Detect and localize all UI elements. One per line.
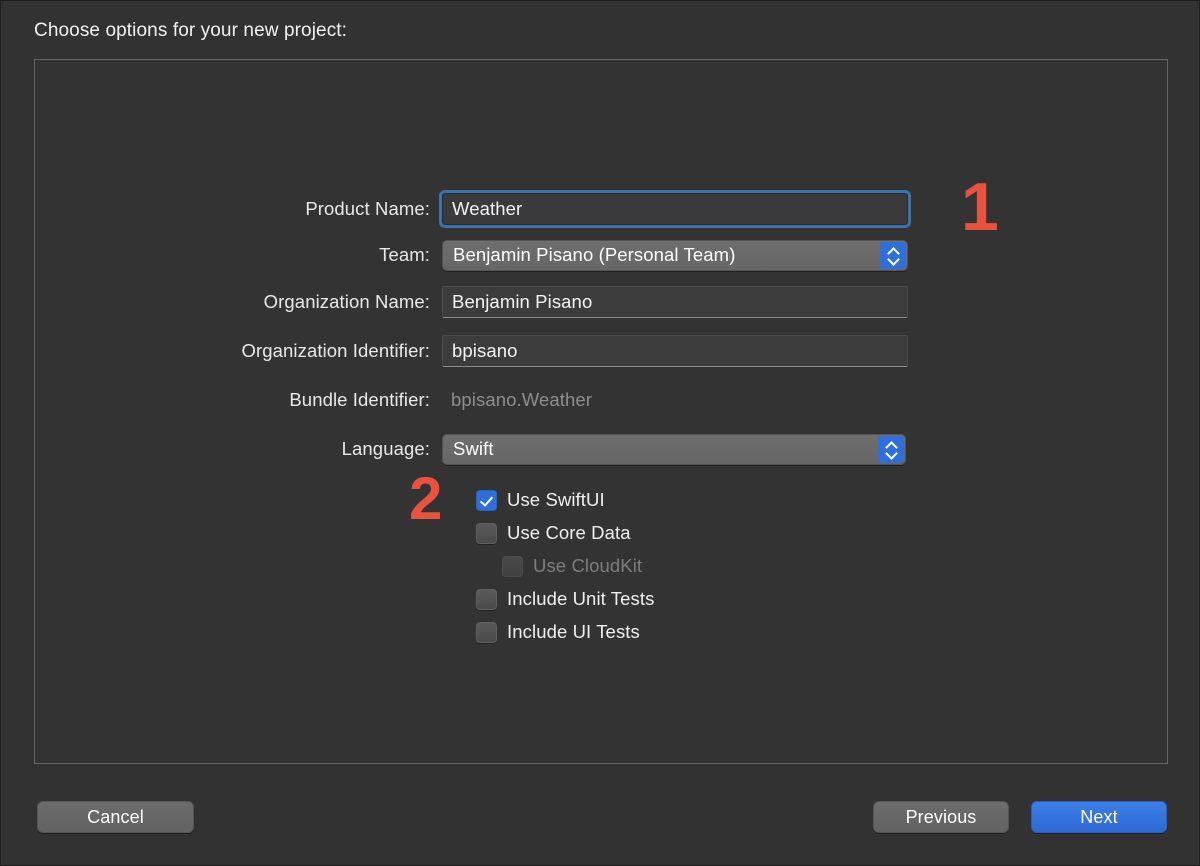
checkbox-label: Include Unit Tests: [507, 588, 655, 609]
chevron-down-icon: [888, 257, 899, 263]
form-row-product-name: Product Name: Weather: [35, 192, 908, 226]
form-row-organization-identifier: Organization Identifier: bpisano: [35, 334, 908, 368]
annotation-1: 1: [961, 169, 999, 245]
organization-name-input[interactable]: Benjamin Pisano: [442, 286, 908, 318]
checkbox-include-ui-tests[interactable]: Include UI Tests: [476, 618, 640, 646]
organization-identifier-input[interactable]: bpisano: [442, 335, 908, 367]
new-project-options-dialog: Choose options for your new project: Pro…: [0, 0, 1200, 866]
checkbox-use-swiftui[interactable]: Use SwiftUI: [476, 486, 605, 514]
form-row-team: Team: Benjamin Pisano (Personal Team): [35, 238, 908, 272]
chevron-down-icon: [886, 451, 897, 457]
organization-identifier-label: Organization Identifier:: [241, 340, 430, 361]
checkbox-use-cloudkit: Use CloudKit: [502, 552, 642, 580]
checkbox-unchecked-icon[interactable]: [476, 522, 497, 544]
bundle-identifier-value: bpisano.Weather: [451, 389, 593, 410]
team-stepper-icon[interactable]: [880, 241, 906, 269]
next-button[interactable]: Next: [1031, 801, 1167, 833]
bundle-identifier-label: Bundle Identifier:: [289, 389, 430, 410]
team-value: Benjamin Pisano (Personal Team): [453, 244, 736, 265]
previous-button[interactable]: Previous: [873, 801, 1009, 833]
team-select[interactable]: Benjamin Pisano (Personal Team): [442, 239, 908, 271]
organization-identifier-value: bpisano: [452, 340, 518, 361]
checkbox-unchecked-icon[interactable]: [476, 621, 497, 643]
team-label: Team:: [379, 244, 430, 265]
checkbox-label: Use SwiftUI: [507, 489, 605, 510]
language-stepper-icon[interactable]: [878, 435, 904, 463]
annotation-2: 2: [409, 465, 443, 532]
product-name-input[interactable]: Weather: [442, 193, 908, 225]
options-panel: Product Name: Weather Team: Benjamin Pis…: [34, 59, 1168, 764]
checkbox-use-core-data[interactable]: Use Core Data: [476, 519, 631, 547]
checkbox-unchecked-icon[interactable]: [476, 588, 497, 610]
form-row-organization-name: Organization Name: Benjamin Pisano: [35, 285, 908, 319]
checkbox-include-unit-tests[interactable]: Include Unit Tests: [476, 585, 654, 613]
checkbox-label: Use Core Data: [507, 522, 631, 543]
page-title: Choose options for your new project:: [34, 20, 348, 41]
checkbox-checked-icon[interactable]: [476, 489, 497, 511]
checkbox-label: Include UI Tests: [507, 621, 640, 642]
organization-name-value: Benjamin Pisano: [452, 291, 593, 312]
form-row-language: Language: Swift: [35, 432, 906, 466]
organization-name-label: Organization Name:: [263, 291, 430, 312]
product-name-label: Product Name:: [305, 198, 430, 219]
language-label: Language:: [341, 438, 430, 459]
checkbox-unchecked-disabled-icon: [502, 555, 523, 577]
product-name-value: Weather: [452, 198, 523, 219]
language-value: Swift: [453, 438, 494, 459]
form-row-bundle-identifier: Bundle Identifier: bpisano.Weather: [35, 383, 592, 417]
cancel-button[interactable]: Cancel: [37, 801, 194, 833]
language-select[interactable]: Swift: [442, 433, 906, 465]
checkbox-label: Use CloudKit: [533, 555, 643, 576]
